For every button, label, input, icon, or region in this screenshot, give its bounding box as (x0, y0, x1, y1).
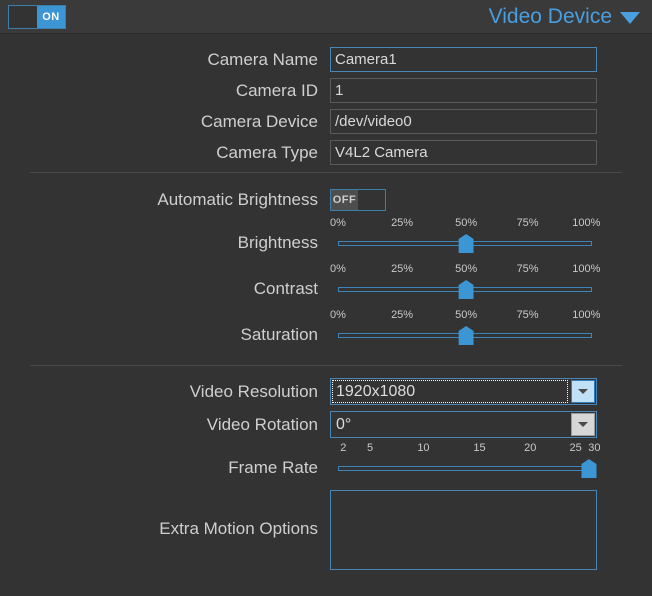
camera-device-input[interactable] (330, 109, 597, 134)
brightness-handle[interactable] (458, 234, 474, 253)
brightness-label: Brightness (237, 233, 318, 252)
saturation-tick-labels: 0% 25% 50% 75% 100% (330, 309, 601, 324)
extra-motion-options-label: Extra Motion Options (159, 519, 318, 538)
auto-brightness-toggle[interactable]: OFF (330, 189, 386, 211)
section-divider-2 (30, 365, 622, 366)
tick-label: 75% (516, 309, 539, 321)
camera-id-label: Camera ID (235, 81, 318, 100)
video-resolution-select[interactable]: 1920x1080 (330, 378, 597, 405)
tick-label: 75% (516, 217, 539, 229)
frame-rate-slider[interactable]: 2 5 10 15 20 25 30 (330, 442, 601, 480)
tick-label: 5 (366, 442, 374, 454)
chevron-down-icon (578, 389, 588, 394)
tick-label: 0% (330, 309, 346, 321)
video-resolution-dropdown-button[interactable] (571, 380, 595, 403)
extra-motion-options-input[interactable] (330, 490, 597, 570)
tick-label: 25% (391, 309, 414, 321)
toggle-off-label: OFF (331, 190, 358, 210)
tick-label: 100% (572, 263, 601, 275)
section-divider-1 (30, 172, 622, 173)
tick-label: 30 (588, 442, 601, 454)
frame-rate-handle[interactable] (581, 459, 597, 478)
auto-brightness-label: Automatic Brightness (157, 190, 318, 209)
camera-enable-toggle[interactable]: ON (8, 5, 66, 29)
tick-label: 25% (391, 217, 414, 229)
tick-label: 10 (417, 442, 430, 454)
tick-label: 20 (524, 442, 537, 454)
contrast-slider[interactable]: 0% 25% 50% 75% 100% (330, 263, 601, 301)
video-rotation-select[interactable]: 0° (330, 411, 597, 438)
contrast-handle[interactable] (458, 280, 474, 299)
device-title[interactable]: Video Device (489, 3, 612, 31)
video-rotation-dropdown-button[interactable] (571, 413, 595, 436)
camera-id-input[interactable] (330, 78, 597, 103)
contrast-tick-labels: 0% 25% 50% 75% 100% (330, 263, 601, 278)
toggle-knob (9, 6, 37, 28)
tick-label: 50% (455, 309, 478, 321)
frame-rate-label: Frame Rate (228, 458, 318, 477)
video-resolution-label: Video Resolution (189, 382, 318, 401)
titlebar: ON Video Device (0, 0, 652, 34)
tick-label: 25% (391, 263, 414, 275)
tick-label: 15 (473, 442, 486, 454)
video-rotation-label: Video Rotation (206, 415, 318, 434)
chevron-down-icon (578, 422, 588, 427)
camera-type-label: Camera Type (216, 143, 318, 162)
camera-device-label: Camera Device (200, 112, 318, 131)
tick-label: 75% (516, 263, 539, 275)
tick-label: 50% (455, 217, 478, 229)
contrast-label: Contrast (253, 279, 318, 298)
tick-label: 2 (340, 442, 347, 454)
tick-label: 25 (569, 442, 582, 454)
brightness-slider[interactable]: 0% 25% 50% 75% 100% (330, 217, 601, 255)
video-rotation-value: 0° (336, 416, 352, 433)
toggle-knob (358, 190, 385, 210)
camera-type-input[interactable] (330, 140, 597, 165)
tick-label: 100% (572, 217, 601, 229)
toggle-on-label: ON (37, 6, 65, 28)
saturation-slider[interactable]: 0% 25% 50% 75% 100% (330, 309, 601, 347)
brightness-tick-labels: 0% 25% 50% 75% 100% (330, 217, 601, 232)
tick-label: 0% (330, 217, 346, 229)
frame-rate-tick-labels: 2 5 10 15 20 25 30 (330, 442, 601, 457)
saturation-handle[interactable] (458, 326, 474, 345)
tick-label: 0% (330, 263, 346, 275)
saturation-label: Saturation (240, 325, 319, 344)
tick-label: 50% (455, 263, 478, 275)
camera-name-label: Camera Name (207, 50, 318, 69)
frame-rate-track[interactable] (338, 466, 592, 471)
chevron-down-icon[interactable] (620, 12, 640, 24)
video-resolution-value: 1920x1080 (336, 383, 416, 400)
camera-name-input[interactable] (330, 47, 597, 72)
tick-label: 100% (572, 309, 601, 321)
